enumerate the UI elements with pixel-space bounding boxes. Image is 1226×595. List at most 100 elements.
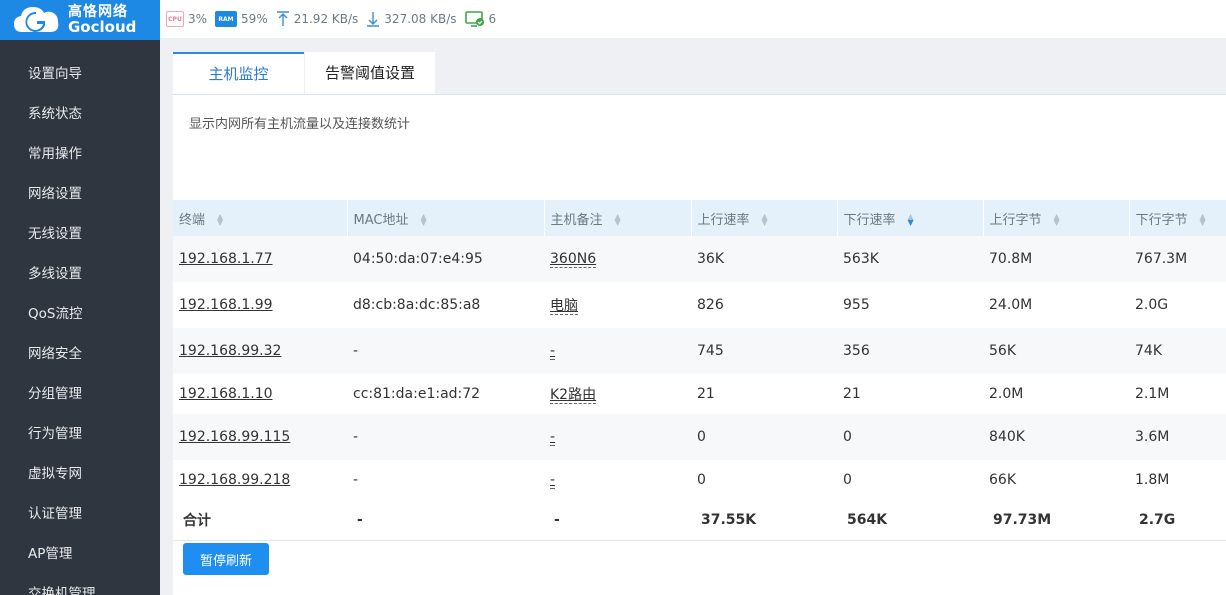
mac-address: -	[347, 328, 544, 374]
table-row: 192.168.99.115 - - 0 0 840K 3.6M	[173, 414, 1226, 460]
ram-icon: RAM	[215, 11, 238, 27]
sidebar-item-common-ops[interactable]: 常用操作	[0, 134, 160, 174]
upload-value: 21.92 KB/s	[293, 12, 359, 26]
host-ip-link[interactable]: 192.168.99.218	[179, 472, 290, 488]
status-bar: CPU 3% RAM 59% 21.92 KB/s 327.08 KB/s 6	[160, 0, 1226, 38]
host-ip-link[interactable]: 192.168.99.115	[179, 429, 290, 445]
up-rate: 745	[691, 328, 837, 374]
table-row: 192.168.1.10 cc:81:da:e1:ad:72 K2路由 21 2…	[173, 374, 1226, 414]
host-ip-link[interactable]: 192.168.1.77	[179, 251, 273, 267]
up-rate: 36K	[691, 236, 837, 282]
tab-alert-threshold[interactable]: 告警阈值设置	[305, 52, 435, 94]
table-row: 192.168.99.32 - - 745 356 56K 74K	[173, 328, 1226, 374]
host-note-link[interactable]: 电脑	[550, 298, 578, 315]
table-total-row: 合计 - - 37.55K 564K 97.73M 2.7G	[173, 500, 1226, 541]
sort-icon[interactable]: ▲ ▼	[217, 213, 223, 227]
column-header-mac[interactable]: MAC地址 ▲ ▼	[347, 200, 545, 236]
column-header-terminal[interactable]: 终端 ▲ ▼	[173, 200, 348, 236]
up-rate: 0	[697, 472, 706, 488]
up-rate: 0	[691, 414, 837, 460]
online-devices: 6	[464, 11, 497, 27]
host-ip-link[interactable]: 192.168.99.32	[179, 343, 281, 359]
down-bytes: 2.0G	[1135, 297, 1169, 313]
upload-speed: 21.92 KB/s	[276, 11, 359, 27]
column-header-down-bytes[interactable]: 下行字节 ▲ ▼	[1129, 200, 1226, 236]
sidebar: 高恪网络 Gocloud 设置向导 系统状态 常用操作 网络设置 无线设置 多线…	[0, 0, 160, 595]
host-note-link[interactable]: -	[550, 472, 556, 489]
ram-value: 59%	[241, 12, 268, 26]
total-down-rate: 564K	[837, 500, 983, 541]
column-header-note[interactable]: 主机备注 ▲ ▼	[544, 200, 692, 236]
sidebar-item-behavior-management[interactable]: 行为管理	[0, 414, 160, 454]
sidebar-item-network-settings[interactable]: 网络设置	[0, 174, 160, 214]
cpu-icon: CPU	[166, 11, 184, 27]
sort-icon[interactable]: ▲ ▼	[420, 213, 426, 227]
total-up-bytes: 97.73M	[983, 500, 1129, 541]
total-up-rate: 37.55K	[691, 500, 837, 541]
table-row: 192.168.99.218 - - 0 0 66K 1.8M	[173, 460, 1226, 500]
sidebar-item-group-management[interactable]: 分组管理	[0, 374, 160, 414]
brand-logo[interactable]: 高恪网络 Gocloud	[0, 0, 160, 40]
host-monitor-panel: 显示内网所有主机流量以及连接数统计 终端 ▲ ▼ MAC地址 ▲ ▼ 主机备注 ▲ ▼ 上行…	[173, 94, 1226, 595]
down-rate: 0	[837, 414, 983, 460]
mac-address: -	[347, 414, 544, 460]
down-rate: 356	[837, 328, 983, 374]
column-header-up-rate[interactable]: 上行速率 ▲ ▼	[691, 200, 838, 236]
mac-address: -	[353, 472, 359, 488]
down-rate: 21	[843, 386, 861, 402]
download-value: 327.08 KB/s	[384, 12, 457, 26]
mac-address: 04:50:da:07:e4:95	[347, 236, 544, 282]
down-rate: 563K	[837, 236, 983, 282]
host-note-link[interactable]: -	[550, 429, 556, 446]
sidebar-item-auth-management[interactable]: 认证管理	[0, 494, 160, 534]
sidebar-menu: 设置向导 系统状态 常用操作 网络设置 无线设置 多线设置 QoS流控 网络安全…	[0, 40, 160, 595]
sidebar-item-system-status[interactable]: 系统状态	[0, 94, 160, 134]
host-note-link[interactable]: 360N6	[550, 251, 597, 268]
sort-icon[interactable]: ▲ ▼	[1054, 213, 1060, 227]
brand-name-en: Gocloud	[68, 18, 137, 36]
total-down-bytes: 2.7G	[1129, 500, 1226, 541]
host-note-link[interactable]: K2路由	[550, 387, 597, 404]
tab-host-monitor[interactable]: 主机监控	[173, 52, 304, 94]
up-rate: 21	[697, 386, 715, 402]
host-note-link[interactable]: -	[550, 343, 556, 360]
sidebar-item-network-security[interactable]: 网络安全	[0, 334, 160, 374]
column-header-up-bytes[interactable]: 上行字节 ▲ ▼	[983, 200, 1130, 236]
host-ip-link[interactable]: 192.168.1.10	[179, 386, 273, 402]
down-bytes: 2.1M	[1135, 386, 1170, 402]
sidebar-item-ap-management[interactable]: AP管理	[0, 534, 160, 574]
sidebar-item-switch-management[interactable]: 交换机管理	[0, 574, 160, 595]
up-bytes: 56K	[983, 328, 1129, 374]
down-bytes: 1.8M	[1135, 472, 1170, 488]
pause-refresh-button[interactable]: 暂停刷新	[183, 543, 269, 575]
up-bytes: 24.0M	[989, 297, 1033, 313]
table-header-row: 终端 ▲ ▼ MAC地址 ▲ ▼ 主机备注 ▲ ▼ 上行速率 ▲ ▼ 下行速率 ▲ ▼ 上行字节 ▲ ▼…	[173, 200, 1226, 236]
mac-address: cc:81:da:e1:ad:72	[353, 386, 481, 402]
sidebar-item-vpn[interactable]: 虚拟专网	[0, 454, 160, 494]
download-arrow-icon	[366, 11, 380, 27]
download-speed: 327.08 KB/s	[366, 11, 457, 27]
sidebar-item-multiline-settings[interactable]: 多线设置	[0, 254, 160, 294]
sidebar-item-setup-wizard[interactable]: 设置向导	[0, 54, 160, 94]
panel-description: 显示内网所有主机流量以及连接数统计	[189, 117, 411, 132]
sidebar-item-wireless-settings[interactable]: 无线设置	[0, 214, 160, 254]
up-rate: 826	[697, 297, 724, 313]
tab-bar: 主机监控 告警阈值设置	[173, 52, 435, 94]
column-header-down-rate[interactable]: 下行速率 ▲ ▼	[837, 200, 984, 236]
host-ip-link[interactable]: 192.168.1.99	[179, 297, 273, 313]
down-rate: 0	[843, 472, 852, 488]
total-label: 合计	[173, 500, 347, 541]
up-bytes: 2.0M	[989, 386, 1024, 402]
brand-name-cn: 高恪网络	[68, 4, 128, 20]
sort-icon[interactable]: ▲ ▼	[762, 213, 768, 227]
online-monitor-icon	[464, 11, 485, 27]
sidebar-item-qos[interactable]: QoS流控	[0, 294, 160, 334]
cloud-logo-icon	[12, 4, 62, 36]
host-table: 终端 ▲ ▼ MAC地址 ▲ ▼ 主机备注 ▲ ▼ 上行速率 ▲ ▼ 下行速率 ▲ ▼ 上行字节 ▲ ▼…	[173, 200, 1226, 541]
table-row: 192.168.1.99 d8:cb:8a:dc:85:a8 电脑 826 95…	[173, 282, 1226, 328]
up-bytes: 840K	[983, 414, 1129, 460]
sort-icon[interactable]: ▲ ▼	[1200, 213, 1206, 227]
online-count: 6	[488, 12, 497, 26]
sort-desc-icon[interactable]: ▲ ▼	[908, 213, 914, 227]
sort-icon[interactable]: ▲ ▼	[615, 213, 621, 227]
